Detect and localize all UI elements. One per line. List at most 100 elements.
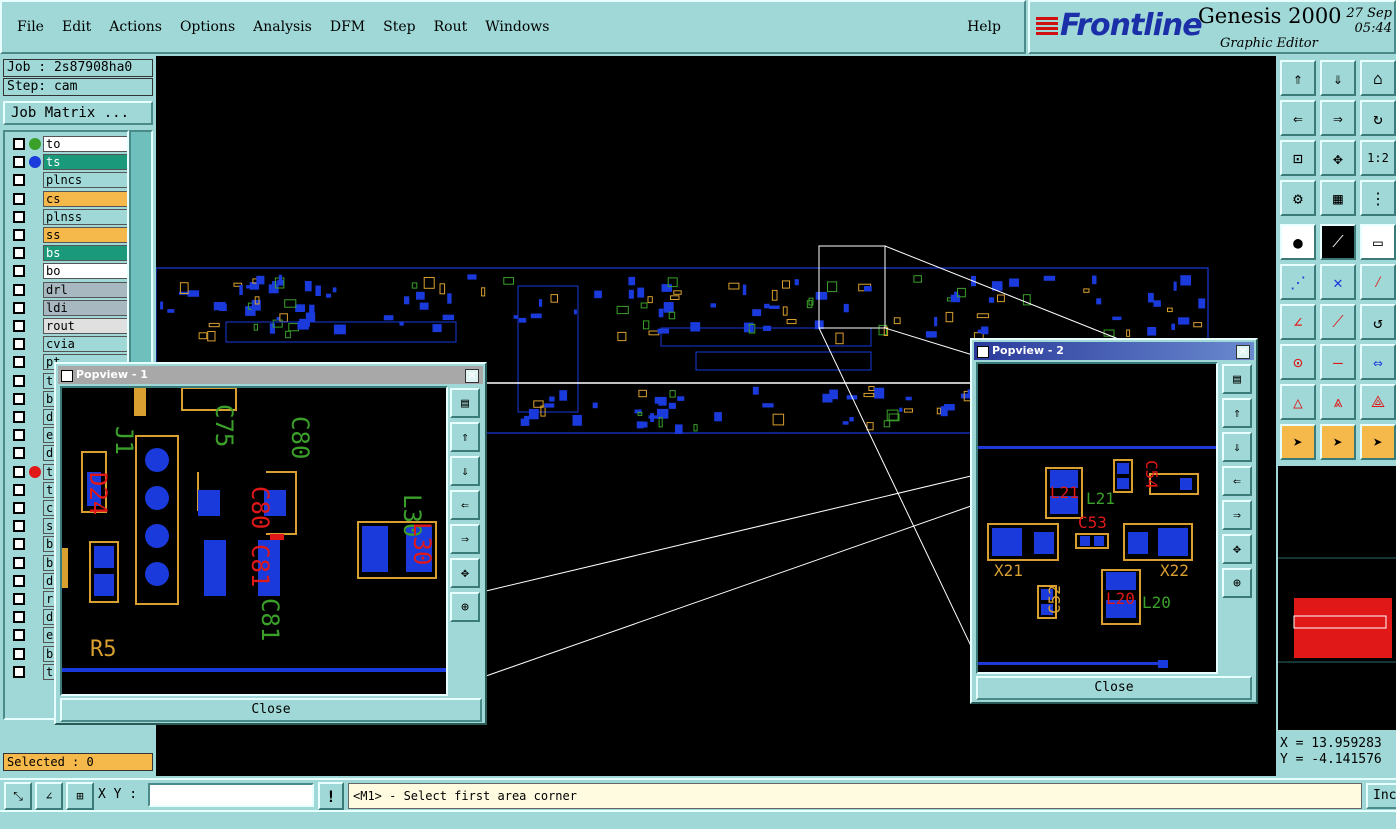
layer-checkbox[interactable] — [13, 265, 25, 278]
overview-map[interactable] — [1278, 466, 1396, 730]
layer-checkbox[interactable] — [13, 356, 25, 369]
zoom-out-button[interactable]: ⊕ — [1222, 568, 1252, 598]
layer-name[interactable]: rout — [43, 318, 127, 334]
select-arrow-icon[interactable]: ➤ — [1280, 424, 1316, 460]
pan-down-tool-icon[interactable]: ⇓ — [1320, 60, 1356, 96]
layer-checkbox[interactable] — [13, 320, 25, 332]
layer-name[interactable]: cvia — [43, 336, 127, 353]
layer-checkbox[interactable] — [13, 647, 25, 660]
layer-checkbox[interactable] — [13, 611, 25, 624]
layer-checkbox[interactable] — [13, 210, 25, 223]
netlist-icon[interactable]: ⋮ — [1360, 180, 1396, 216]
layer-row[interactable]: bs — [9, 245, 127, 262]
pan-left-tool-icon[interactable]: ⇐ — [1280, 100, 1316, 136]
layer-checkbox[interactable] — [13, 156, 25, 169]
layer-name[interactable]: cs — [43, 190, 127, 207]
menu-windows[interactable]: Windows — [476, 19, 558, 35]
triangle-dim-icon[interactable]: ⩓ — [1320, 384, 1356, 420]
menu-edit[interactable]: Edit — [53, 19, 100, 35]
layer-name[interactable]: to — [43, 136, 127, 152]
zoom-fit-icon[interactable]: ⊡ — [1280, 140, 1316, 176]
popview-2-titlebar[interactable]: Popview - 2 ✕ — [974, 342, 1254, 360]
layer-checkbox[interactable] — [13, 465, 25, 478]
angle-mode-icon[interactable]: ∠ — [35, 782, 63, 810]
alert-button[interactable]: ! — [318, 782, 344, 810]
triangle-tool-icon[interactable]: △ — [1280, 384, 1316, 420]
layer-row[interactable]: plncs — [9, 172, 127, 189]
layer-name[interactable]: ldi — [43, 299, 127, 316]
zoom-out-button[interactable]: ⊕ — [450, 592, 480, 622]
xy-input[interactable] — [148, 783, 314, 807]
grid-snap-icon[interactable]: ⊞ — [66, 782, 94, 810]
layer-checkbox[interactable] — [13, 629, 25, 642]
menu-help[interactable]: Help — [958, 19, 1010, 35]
pan-down-button[interactable]: ⇓ — [450, 456, 480, 486]
layer-checkbox[interactable] — [13, 665, 25, 678]
layer-name[interactable]: bo — [43, 263, 127, 280]
popview-1-titlebar[interactable]: Popview - 1 ✕ — [58, 366, 483, 384]
layer-row[interactable]: bo — [9, 263, 127, 280]
distance-icon[interactable]: ⇔ — [1360, 344, 1396, 380]
layer-row[interactable]: rout — [9, 318, 127, 334]
layer-row[interactable]: to — [9, 136, 127, 152]
page-icon-button[interactable]: ▤ — [450, 388, 480, 418]
settings-tool-icon[interactable]: ⚙ — [1280, 180, 1316, 216]
close-icon[interactable]: ✕ — [1236, 345, 1250, 359]
layer-checkbox[interactable] — [13, 447, 25, 460]
layer-checkbox[interactable] — [13, 411, 25, 423]
snap-point-icon[interactable]: ⊙ — [1280, 344, 1316, 380]
layer-name[interactable]: bs — [43, 245, 127, 262]
menu-rout[interactable]: Rout — [425, 19, 477, 35]
layer-checkbox[interactable] — [13, 374, 25, 387]
layer-checkbox[interactable] — [13, 520, 25, 533]
layer-checkbox[interactable] — [13, 538, 25, 551]
layer-checkbox[interactable] — [13, 229, 25, 241]
window-menu-icon[interactable] — [61, 370, 73, 382]
layer-row[interactable]: ldi — [9, 299, 127, 316]
horizontal-line-icon[interactable]: — — [1320, 344, 1356, 380]
home-view-icon[interactable]: ⌂ — [1360, 60, 1396, 96]
measure-line-icon[interactable]: ⟋ — [1320, 224, 1356, 260]
zoom-in-button[interactable]: ✥ — [1222, 534, 1252, 564]
menu-actions[interactable]: Actions — [100, 19, 171, 35]
delete-node-icon[interactable]: ✕ — [1320, 264, 1356, 300]
layer-row[interactable]: cs — [9, 190, 127, 207]
pan-right-button[interactable]: ⇒ — [450, 524, 480, 554]
layer-checkbox[interactable] — [13, 301, 25, 314]
layer-name[interactable]: plnss — [43, 208, 127, 225]
inc-button[interactable]: Inc — [1366, 783, 1396, 809]
redraw-icon[interactable]: ↻ — [1360, 100, 1396, 136]
pan-left-button[interactable]: ⇐ — [450, 490, 480, 520]
layer-checkbox[interactable] — [13, 556, 25, 569]
pan-up-button[interactable]: ⇑ — [1222, 398, 1252, 428]
zoom-in-button[interactable]: ✥ — [450, 558, 480, 588]
draw-line-icon[interactable]: ⟋ — [1320, 304, 1356, 340]
grid-icon[interactable]: ▦ — [1320, 180, 1356, 216]
pan-up-tool-icon[interactable]: ⇑ — [1280, 60, 1316, 96]
layer-checkbox[interactable] — [13, 593, 25, 605]
menu-step[interactable]: Step — [374, 19, 424, 35]
layer-row[interactable]: ts — [9, 154, 127, 171]
ruler-icon[interactable]: ▭ — [1360, 224, 1396, 260]
job-matrix-button[interactable]: Job Matrix ... — [3, 101, 153, 125]
layer-name[interactable]: ts — [43, 154, 127, 171]
close-icon[interactable]: ✕ — [465, 369, 479, 383]
line-node-icon[interactable]: ⁄ — [1360, 264, 1396, 300]
pan-left-button[interactable]: ⇐ — [1222, 466, 1252, 496]
rotate-tool-icon[interactable]: ↺ — [1360, 304, 1396, 340]
menu-options[interactable]: Options — [171, 19, 244, 35]
layer-row[interactable]: plnss — [9, 208, 127, 225]
menu-analysis[interactable]: Analysis — [244, 19, 321, 35]
layer-checkbox[interactable] — [13, 192, 25, 205]
layer-row[interactable]: cvia — [9, 336, 127, 353]
layer-name[interactable]: ss — [43, 227, 127, 243]
measure-point-icon[interactable]: ● — [1280, 224, 1316, 260]
layer-checkbox[interactable] — [13, 429, 25, 442]
pan-down-button[interactable]: ⇓ — [1222, 432, 1252, 462]
layer-checkbox[interactable] — [13, 247, 25, 260]
popview-2-view[interactable]: L21 L21 C53 C54 X21 X22 C52 L20 L20 — [976, 362, 1218, 674]
snap-mode-icon[interactable]: ⤡ — [4, 782, 32, 810]
layer-name[interactable]: drl — [43, 281, 127, 298]
zoom-1-2-icon[interactable]: 1:2 — [1360, 140, 1396, 176]
page-icon-button[interactable]: ▤ — [1222, 364, 1252, 394]
